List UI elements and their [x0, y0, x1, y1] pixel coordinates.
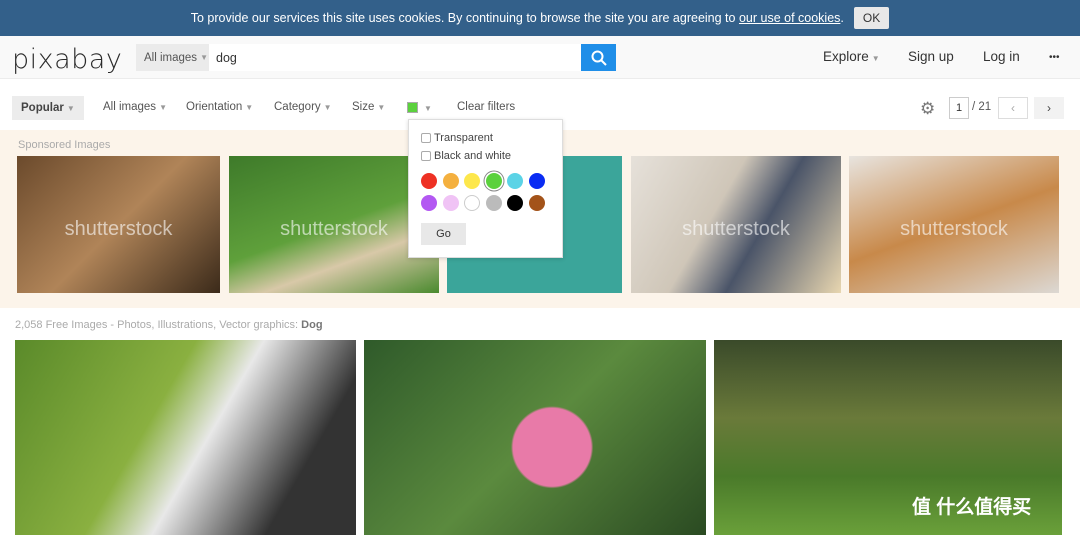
watermark: shutterstock — [64, 217, 173, 240]
filter-type[interactable]: All images ▼ — [103, 101, 167, 113]
filter-size[interactable]: Size ▼ — [352, 101, 385, 113]
filter-category[interactable]: Category ▼ — [274, 101, 332, 113]
filter-orientation[interactable]: Orientation ▼ — [186, 101, 253, 113]
color-swatch[interactable] — [442, 195, 459, 211]
chevron-down-icon: ▼ — [66, 104, 75, 113]
search-input[interactable]: dog — [209, 44, 581, 71]
search-button[interactable] — [581, 44, 616, 71]
chevron-down-icon: ▼ — [871, 54, 880, 63]
more-icon[interactable]: ••• — [1049, 52, 1060, 63]
corner-watermark-logo: 值 什么值得买 — [912, 497, 1032, 518]
sort-dropdown[interactable]: Popular ▼ — [12, 96, 84, 120]
pixabay-logo[interactable]: pixabay — [12, 44, 122, 75]
page-input[interactable]: 1 — [949, 97, 969, 119]
color-swatch[interactable] — [421, 195, 437, 211]
chevron-down-icon: ▼ — [200, 53, 208, 62]
gear-icon[interactable]: ⚙ — [920, 99, 935, 119]
transparent-checkbox[interactable]: Transparent — [421, 132, 493, 144]
prev-page-button[interactable]: ‹ — [998, 97, 1028, 119]
color-swatch[interactable] — [421, 173, 437, 189]
sign-up-link[interactable]: Sign up — [908, 49, 954, 64]
sponsored-image[interactable]: shutterstock — [17, 156, 220, 293]
cookie-policy-link[interactable]: our use of cookies — [739, 11, 840, 25]
sponsored-image[interactable]: shutterstock — [849, 156, 1059, 293]
color-swatch[interactable] — [528, 173, 545, 189]
cookie-ok-button[interactable]: OK — [853, 7, 890, 29]
next-page-button[interactable]: › — [1034, 97, 1064, 119]
sponsored-image[interactable]: shutterstock — [631, 156, 841, 293]
clear-filters-link[interactable]: Clear filters — [457, 101, 515, 113]
chevron-down-icon[interactable]: ▼ — [421, 102, 432, 114]
result-image[interactable] — [364, 340, 706, 535]
color-swatch[interactable] — [464, 195, 480, 211]
black-white-checkbox[interactable]: Black and white — [421, 150, 511, 162]
search-icon — [591, 50, 607, 66]
result-image[interactable] — [15, 340, 356, 535]
image-type-select[interactable]: All images ▼ — [136, 44, 209, 71]
cookie-banner: To provide our services this site uses c… — [0, 0, 1080, 36]
watermark: shutterstock — [900, 217, 1008, 240]
cookie-text: To provide our services this site uses c… — [190, 11, 844, 25]
explore-menu[interactable]: Explore ▼ — [823, 49, 880, 64]
color-swatch[interactable] — [507, 173, 523, 189]
color-swatch[interactable] — [464, 173, 480, 189]
header: pixabay All images ▼ dog Explore ▼ Sign up… — [0, 36, 1080, 79]
log-in-link[interactable]: Log in — [983, 49, 1020, 64]
color-swatch[interactable] — [528, 195, 545, 211]
color-swatch[interactable] — [485, 173, 502, 189]
color-swatch[interactable] — [442, 173, 459, 189]
color-filter-popup: Transparent Black and white Go — [408, 119, 563, 258]
page-total: / 21 — [972, 101, 992, 113]
color-swatch[interactable] — [485, 195, 502, 211]
results-count: 2,058 Free Images - Photos, Illustration… — [15, 319, 323, 331]
color-swatch[interactable] — [507, 195, 523, 211]
watermark: shutterstock — [682, 217, 790, 240]
go-button[interactable]: Go — [421, 223, 466, 245]
sponsored-label: Sponsored Images — [18, 139, 111, 151]
color-filter-swatch[interactable] — [407, 102, 418, 113]
